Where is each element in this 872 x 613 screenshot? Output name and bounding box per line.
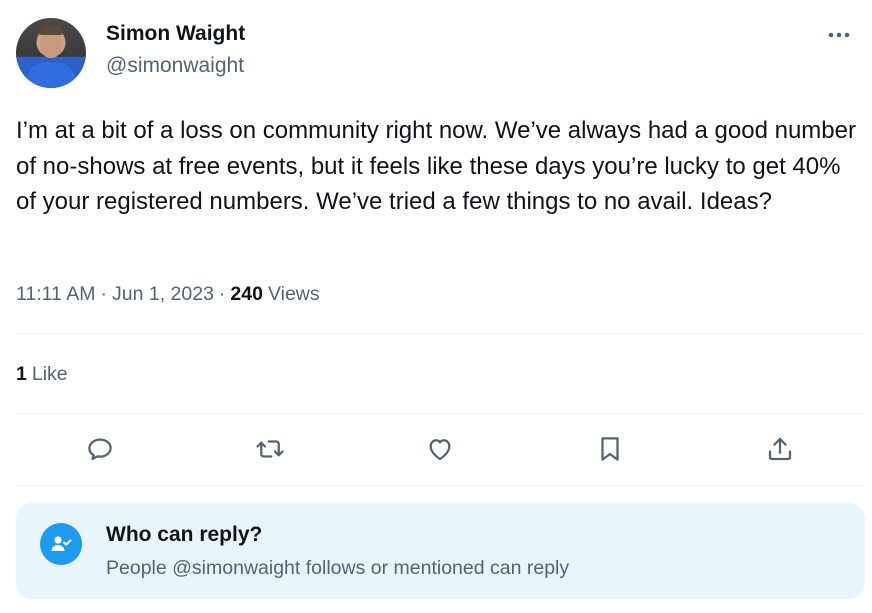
avatar[interactable] bbox=[16, 18, 86, 88]
like-button[interactable] bbox=[422, 431, 458, 467]
who-can-reply-description: People @simonwaight follows or mentioned… bbox=[106, 557, 570, 579]
tweet-text: I’m at a bit of a loss on community righ… bbox=[16, 117, 856, 215]
tweet-meta: 11:11 AM · Jun 1, 2023 · 240 Views bbox=[16, 283, 320, 306]
views-label: Views bbox=[267, 283, 320, 305]
share-icon bbox=[768, 437, 792, 461]
meta-separator: · bbox=[100, 283, 108, 305]
user-check-icon bbox=[40, 523, 82, 565]
divider bbox=[16, 413, 864, 414]
meta-separator: · bbox=[218, 283, 226, 305]
retweet-icon bbox=[256, 440, 284, 458]
likes-count: 1 bbox=[16, 363, 27, 385]
author-handle[interactable]: @simonwaight bbox=[106, 54, 244, 78]
like-heart-icon bbox=[429, 439, 451, 461]
bookmark-button[interactable] bbox=[592, 431, 628, 467]
more-options-button[interactable] bbox=[826, 22, 852, 48]
bookmark-icon bbox=[601, 437, 619, 461]
views-count: 240 bbox=[230, 283, 263, 305]
who-can-reply-box: Who can reply? People @simonwaight follo… bbox=[16, 503, 865, 599]
divider bbox=[16, 333, 864, 334]
reply-button[interactable] bbox=[82, 431, 118, 467]
retweet-button[interactable] bbox=[252, 431, 288, 467]
reply-icon bbox=[88, 438, 112, 461]
likes-link[interactable]: 1 Like bbox=[16, 363, 68, 386]
tweet-time[interactable]: 11:11 AM bbox=[16, 283, 96, 306]
avatar-hair bbox=[39, 25, 63, 35]
share-button[interactable] bbox=[762, 431, 798, 467]
divider bbox=[16, 485, 864, 486]
who-can-reply-title: Who can reply? bbox=[106, 523, 263, 546]
avatar-shirt bbox=[26, 62, 76, 88]
more-dots-icon bbox=[828, 32, 850, 38]
likes-label: Like bbox=[31, 363, 68, 385]
author-display-name[interactable]: Simon Waight bbox=[106, 22, 245, 46]
tweet-date[interactable]: Jun 1, 2023 bbox=[112, 283, 214, 306]
